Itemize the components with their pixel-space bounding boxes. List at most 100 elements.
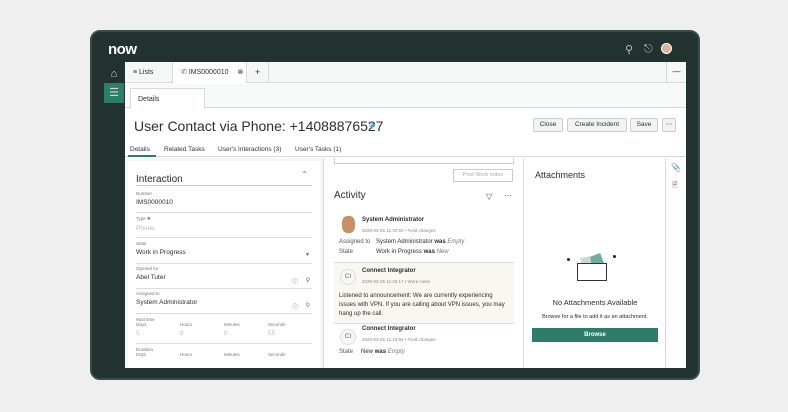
change-row: Assigned to System Administrator was Empt… [339, 239, 464, 245]
empty-folder-icon [567, 253, 616, 283]
field-label: State [136, 241, 147, 246]
initials-avatar: CI [340, 329, 356, 345]
info-icon[interactable]: ⓘ [292, 302, 298, 311]
section-header: Interaction ⌃ [136, 169, 312, 186]
wait-time-field[interactable]: Wait time Days Hours Minutes Seconds 5 0 0 55 [136, 317, 312, 344]
activity-panel: Post Work notes Activity ▽ ⋯ System Admi… [324, 158, 524, 368]
minutes-value[interactable]: 0 [224, 330, 268, 337]
work-notes-textarea[interactable] [334, 158, 514, 164]
state-select[interactable]: State Work in Progress ▼ [136, 241, 312, 264]
entry-meta: 2020-03-25 11:20:17 • Work notes [362, 279, 431, 284]
wait-values: 5 0 0 55 [136, 330, 312, 337]
assigned-to-field[interactable]: Assigned to System Administrator ⓘ ⚲ [136, 291, 312, 314]
subtab-user-interactions[interactable]: User's Interactions (3) [218, 146, 281, 153]
paperclip-icon[interactable]: 📎 [671, 163, 681, 172]
search-icon[interactable]: ⚲ [306, 302, 310, 309]
attachments-panel: Attachments No Attachments Available Bro… [525, 158, 666, 368]
change-row: State Work in Progress was New [339, 249, 449, 255]
attachments-title: Attachments [535, 170, 586, 180]
change-value: New [361, 349, 374, 355]
field-value: IMS0000010 [136, 199, 173, 206]
document-icon[interactable]: 🗎 [672, 181, 678, 192]
divider [125, 156, 686, 157]
logo: now [108, 41, 137, 58]
active-indicator [128, 155, 156, 157]
opened-for-field[interactable]: Opened for Abel Tuter ⓘ ⚲ [136, 266, 312, 289]
field-label: Type ✱ [136, 216, 151, 221]
collapse-button[interactable]: — [666, 62, 686, 83]
unit-label: Days [136, 352, 147, 357]
seconds-value[interactable]: 55 [268, 330, 312, 337]
change-old: Empty [387, 349, 405, 355]
details-row [125, 84, 686, 108]
avatar[interactable] [661, 43, 672, 54]
field-value: Phone [136, 225, 155, 232]
change-was: was [374, 349, 387, 355]
initials-avatar: CI [340, 269, 356, 285]
close-tab-icon[interactable]: ⊗ [238, 69, 244, 76]
more-icon[interactable]: ⋯ [504, 191, 512, 200]
unit-label: Minutes [224, 352, 240, 357]
change-old: New [436, 249, 449, 255]
days-value[interactable]: 5 [136, 330, 180, 337]
entry-text: Listened to announcement: We are current… [339, 293, 505, 317]
unit-label: Days [136, 322, 147, 327]
entry-author: System Administrator [362, 217, 425, 223]
tab-record[interactable]: ✆ IMS0000010 ⊗ [173, 62, 247, 83]
entry-meta: 2020-03-25 11:20:50 • Field changes [362, 228, 436, 233]
post-work-notes-button[interactable]: Post Work notes [453, 169, 513, 182]
change-field: State [339, 249, 354, 255]
field-label: Number [136, 191, 153, 196]
tab-lists[interactable]: ≡ Lists [125, 62, 173, 83]
home-icon[interactable]: ⌂ [104, 64, 124, 84]
list-nav-icon[interactable]: ☰ [104, 83, 124, 103]
form-panel: Interaction ⌃ Number IMS0000010 Type ✱ Pho… [125, 158, 324, 368]
change-was: was [434, 239, 446, 245]
search-icon[interactable]: ⚲ [306, 277, 310, 284]
details-tab[interactable]: Details [130, 88, 205, 109]
add-tab-button[interactable]: + [247, 62, 269, 83]
unit-label: Seconds [268, 322, 286, 327]
subtab-related-tasks[interactable]: Related Tasks [164, 146, 205, 153]
entry-author: Connect Integrator [362, 268, 416, 274]
change-value: System Administrator [376, 239, 433, 245]
hours-value[interactable]: 0 [180, 330, 224, 337]
chevron-up-icon[interactable]: ⌃ [301, 170, 308, 179]
change-was: was [423, 249, 435, 255]
empty-text: Browse for a file to add it as an attach… [542, 314, 648, 320]
work-note-entry: CI Connect Integrator 2020-03-25 11:20:1… [334, 262, 514, 324]
tab-label: Lists [139, 69, 154, 76]
unit-label: Hours [180, 322, 193, 327]
subtab-details[interactable]: Details [130, 146, 150, 153]
create-incident-button[interactable]: Create Incident [567, 118, 627, 132]
unit-labels: Days Hours Minutes Seconds [136, 352, 312, 357]
empty-title: No Attachments Available [552, 298, 638, 307]
user-avatar [342, 216, 355, 233]
info-icon[interactable]: ⓘ [292, 277, 298, 286]
search-icon[interactable]: ⚲ [625, 43, 633, 56]
tab-label: IMS0000010 [188, 69, 229, 76]
field-value: Work in Progress [136, 249, 186, 256]
field-label: Opened for [136, 266, 159, 271]
filter-icon[interactable]: ▽ [486, 192, 492, 201]
change-row: State New was Empty [339, 349, 405, 355]
more-button[interactable]: ⋯ [662, 118, 676, 132]
change-field: State [339, 349, 354, 355]
unit-label: Hours [180, 352, 193, 357]
field-value: Abel Tuter [136, 274, 166, 281]
entry-meta: 2020-03-25 11:19:55 • Field changes [362, 337, 436, 342]
section-title: Interaction [136, 174, 183, 185]
tag-icon[interactable]: ◈ [369, 121, 375, 130]
save-button[interactable]: Save [630, 118, 658, 132]
browse-button[interactable]: Browse [532, 328, 658, 342]
type-field[interactable]: Type ✱ Phone [136, 216, 312, 238]
unit-labels: Days Hours Minutes Seconds [136, 322, 312, 327]
page-title: User Contact via Phone: +14088876527 [134, 118, 384, 134]
change-old: Empty [447, 239, 465, 245]
subtab-user-tasks[interactable]: User's Tasks (1) [295, 146, 341, 153]
dropdown-icon[interactable]: ▼ [305, 252, 310, 258]
number-field[interactable]: Number IMS0000010 [136, 191, 312, 213]
duration-field[interactable]: Duration Days Hours Minutes Seconds [136, 347, 312, 367]
close-button[interactable]: Close [533, 118, 563, 132]
bell-icon[interactable]: ⎋ [644, 43, 653, 56]
